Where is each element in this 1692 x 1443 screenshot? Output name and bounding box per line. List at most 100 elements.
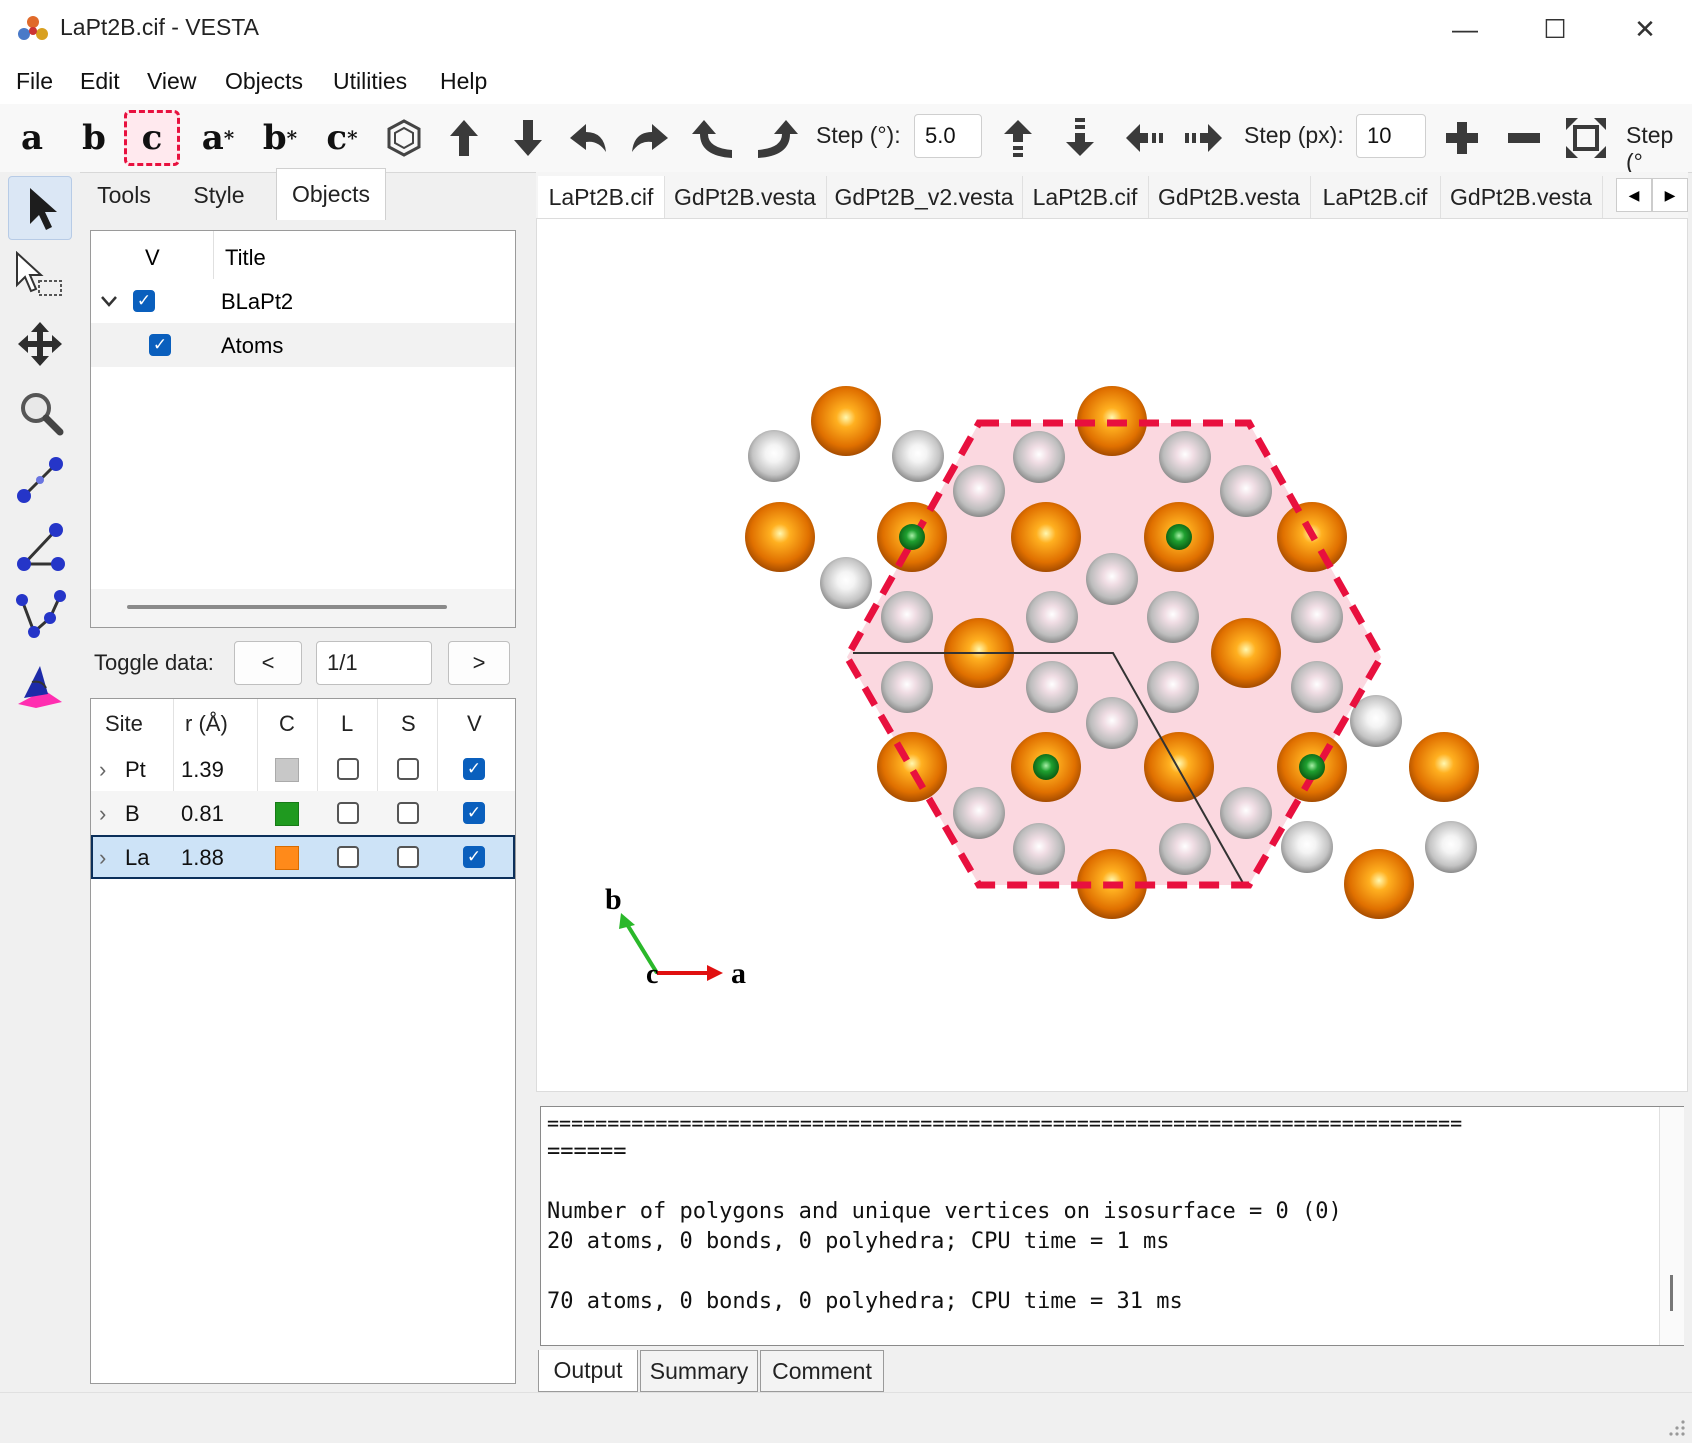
la-atom[interactable] xyxy=(745,502,815,572)
pt-color-swatch[interactable] xyxy=(275,758,299,782)
rotate-down-button[interactable] xyxy=(502,114,550,162)
pt-atom[interactable] xyxy=(1086,697,1138,749)
menu-view[interactable]: View xyxy=(147,68,196,95)
la-atom[interactable] xyxy=(877,732,947,802)
menu-help[interactable]: Help xyxy=(440,68,487,95)
tab-tools[interactable]: Tools xyxy=(84,172,164,218)
tree-hscrollbar[interactable] xyxy=(91,589,515,627)
pt-atom[interactable] xyxy=(892,430,944,482)
minimize-button[interactable]: — xyxy=(1420,0,1510,58)
b-sphere-checkbox[interactable] xyxy=(397,802,419,824)
pt-atom[interactable] xyxy=(1425,821,1477,873)
zoom-in-button[interactable] xyxy=(1438,114,1486,162)
tab-comment[interactable]: Comment xyxy=(760,1350,884,1392)
b-atom[interactable] xyxy=(1299,754,1325,780)
file-tab[interactable]: LaPt2B.cif xyxy=(1022,176,1149,218)
rotate-ccw-button[interactable] xyxy=(690,114,738,162)
view-along-c-button[interactable]: c xyxy=(124,110,180,166)
file-tab[interactable]: GdPt2B.vesta xyxy=(1148,176,1311,218)
pt-atom[interactable] xyxy=(1147,591,1199,643)
pt-visible-checkbox[interactable]: ✓ xyxy=(463,758,485,780)
rotate-right-button[interactable] xyxy=(626,114,674,162)
pt-atom[interactable] xyxy=(748,430,800,482)
pt-atom[interactable] xyxy=(1147,661,1199,713)
la-atom[interactable] xyxy=(1409,732,1479,802)
blapt2-visible-checkbox[interactable]: ✓ xyxy=(133,290,155,312)
zoom-out-button[interactable] xyxy=(1500,114,1548,162)
la-atom[interactable] xyxy=(1144,732,1214,802)
structure-canvas[interactable]: b a c xyxy=(537,219,1687,1091)
translate-tool-button[interactable] xyxy=(8,312,72,376)
pt-atom[interactable] xyxy=(1013,431,1065,483)
pt-atom[interactable] xyxy=(881,591,933,643)
b-atom[interactable] xyxy=(1033,754,1059,780)
region-select-tool-button[interactable] xyxy=(8,244,72,308)
la-sphere-checkbox[interactable] xyxy=(397,846,419,868)
file-tab[interactable]: GdPt2B_v2.vesta xyxy=(826,176,1023,218)
polyhedron-view-button[interactable] xyxy=(380,114,428,162)
rotate-left-button[interactable] xyxy=(564,114,612,162)
menu-file[interactable]: File xyxy=(16,68,53,95)
pt-atom[interactable] xyxy=(1026,591,1078,643)
la-visible-checkbox[interactable]: ✓ xyxy=(463,846,485,868)
translate-down-button[interactable] xyxy=(1056,114,1104,162)
b-atom[interactable] xyxy=(1166,524,1192,550)
site-row-b[interactable]: › B 0.81 ✓ xyxy=(91,791,515,835)
pt-atom[interactable] xyxy=(1291,661,1343,713)
la-color-swatch[interactable] xyxy=(275,846,299,870)
view-along-a-button[interactable]: a xyxy=(4,110,60,166)
atoms-visible-checkbox[interactable]: ✓ xyxy=(149,334,171,356)
pt-atom[interactable] xyxy=(881,661,933,713)
b-label-checkbox[interactable] xyxy=(337,802,359,824)
chevron-right-icon[interactable]: › xyxy=(99,801,106,827)
pt-atom[interactable] xyxy=(1086,553,1138,605)
pt-atom[interactable] xyxy=(1026,661,1078,713)
menu-utilities[interactable]: Utilities xyxy=(333,68,407,95)
output-console[interactable]: ========================================… xyxy=(540,1106,1684,1346)
pt-atom[interactable] xyxy=(1291,591,1343,643)
la-atom[interactable] xyxy=(811,386,881,456)
magnify-tool-button[interactable] xyxy=(8,380,72,444)
view-along-a-star-button[interactable]: a * xyxy=(190,110,246,166)
la-label-checkbox[interactable] xyxy=(337,846,359,868)
file-tab[interactable]: LaPt2B.cif xyxy=(538,176,665,218)
toggle-next-button[interactable]: > xyxy=(448,641,510,685)
pt-atom[interactable] xyxy=(1220,465,1272,517)
select-tool-button[interactable] xyxy=(8,176,72,240)
angle-tool-button[interactable] xyxy=(8,516,72,580)
fit-to-screen-button[interactable] xyxy=(1562,114,1610,162)
menu-objects[interactable]: Objects xyxy=(225,68,303,95)
dihedral-tool-button[interactable] xyxy=(8,584,72,648)
toggle-prev-button[interactable]: < xyxy=(234,641,302,685)
translate-left-button[interactable] xyxy=(1120,114,1168,162)
tab-summary[interactable]: Summary xyxy=(640,1350,758,1392)
console-scrollbar[interactable] xyxy=(1659,1107,1684,1345)
la-atom[interactable] xyxy=(1344,849,1414,919)
menu-edit[interactable]: Edit xyxy=(80,68,120,95)
tree-row-blapt2[interactable]: ✓ BLaPt2 xyxy=(91,279,515,323)
file-tab[interactable]: GdPt2B.vesta xyxy=(1440,176,1603,218)
la-atom[interactable] xyxy=(1011,502,1081,572)
pt-atom[interactable] xyxy=(1159,823,1211,875)
view-along-b-button[interactable]: b xyxy=(66,110,122,166)
structure-viewer[interactable]: b a c xyxy=(536,218,1688,1092)
maximize-button[interactable]: ☐ xyxy=(1510,0,1600,58)
tab-output[interactable]: Output xyxy=(538,1350,638,1392)
rotate-up-button[interactable] xyxy=(440,114,488,162)
close-button[interactable]: ✕ xyxy=(1600,0,1690,58)
distance-tool-button[interactable] xyxy=(8,448,72,512)
file-tab[interactable]: LaPt2B.cif xyxy=(1310,176,1441,218)
pt-atom[interactable] xyxy=(953,465,1005,517)
pt-atom[interactable] xyxy=(1159,431,1211,483)
pt-label-checkbox[interactable] xyxy=(337,758,359,780)
pt-atom[interactable] xyxy=(1220,787,1272,839)
pt-sphere-checkbox[interactable] xyxy=(397,758,419,780)
file-tab[interactable]: GdPt2B.vesta xyxy=(664,176,827,218)
tab-style[interactable]: Style xyxy=(176,172,262,218)
chevron-right-icon[interactable]: › xyxy=(99,757,106,783)
tab-scroll-left-button[interactable]: ◀ xyxy=(1616,178,1652,212)
site-row-pt[interactable]: › Pt 1.39 ✓ xyxy=(91,747,515,791)
step-px-input[interactable]: 10 xyxy=(1356,114,1426,158)
translate-up-button[interactable] xyxy=(994,114,1042,162)
b-atom[interactable] xyxy=(899,524,925,550)
